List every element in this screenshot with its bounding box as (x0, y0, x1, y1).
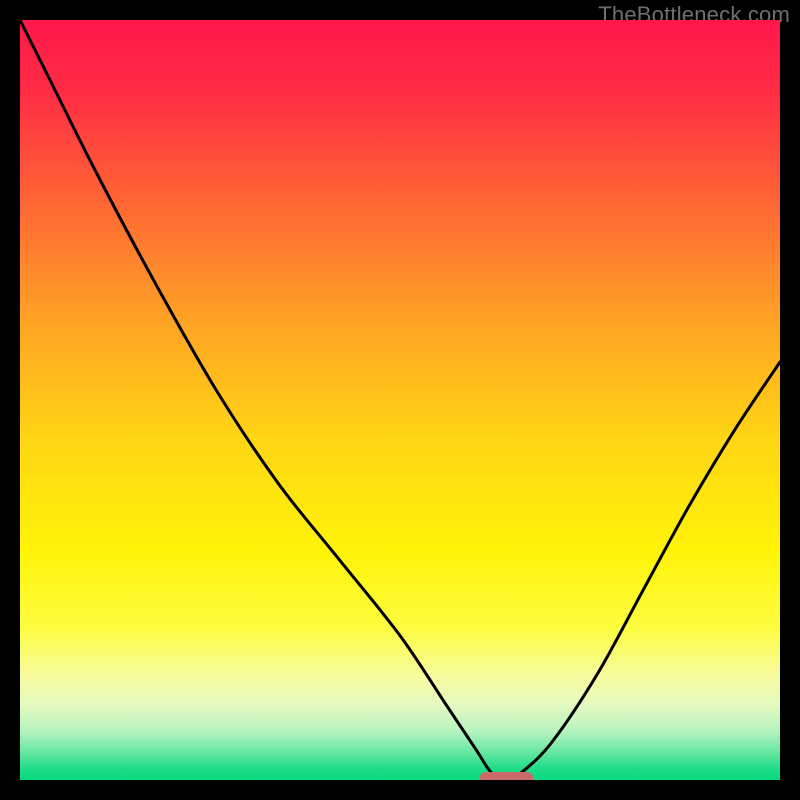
chart-frame: TheBottleneck.com (0, 0, 800, 800)
plot-area (20, 20, 780, 780)
optimal-marker (480, 772, 533, 780)
chart-svg (20, 20, 780, 780)
gradient-background (20, 20, 780, 780)
